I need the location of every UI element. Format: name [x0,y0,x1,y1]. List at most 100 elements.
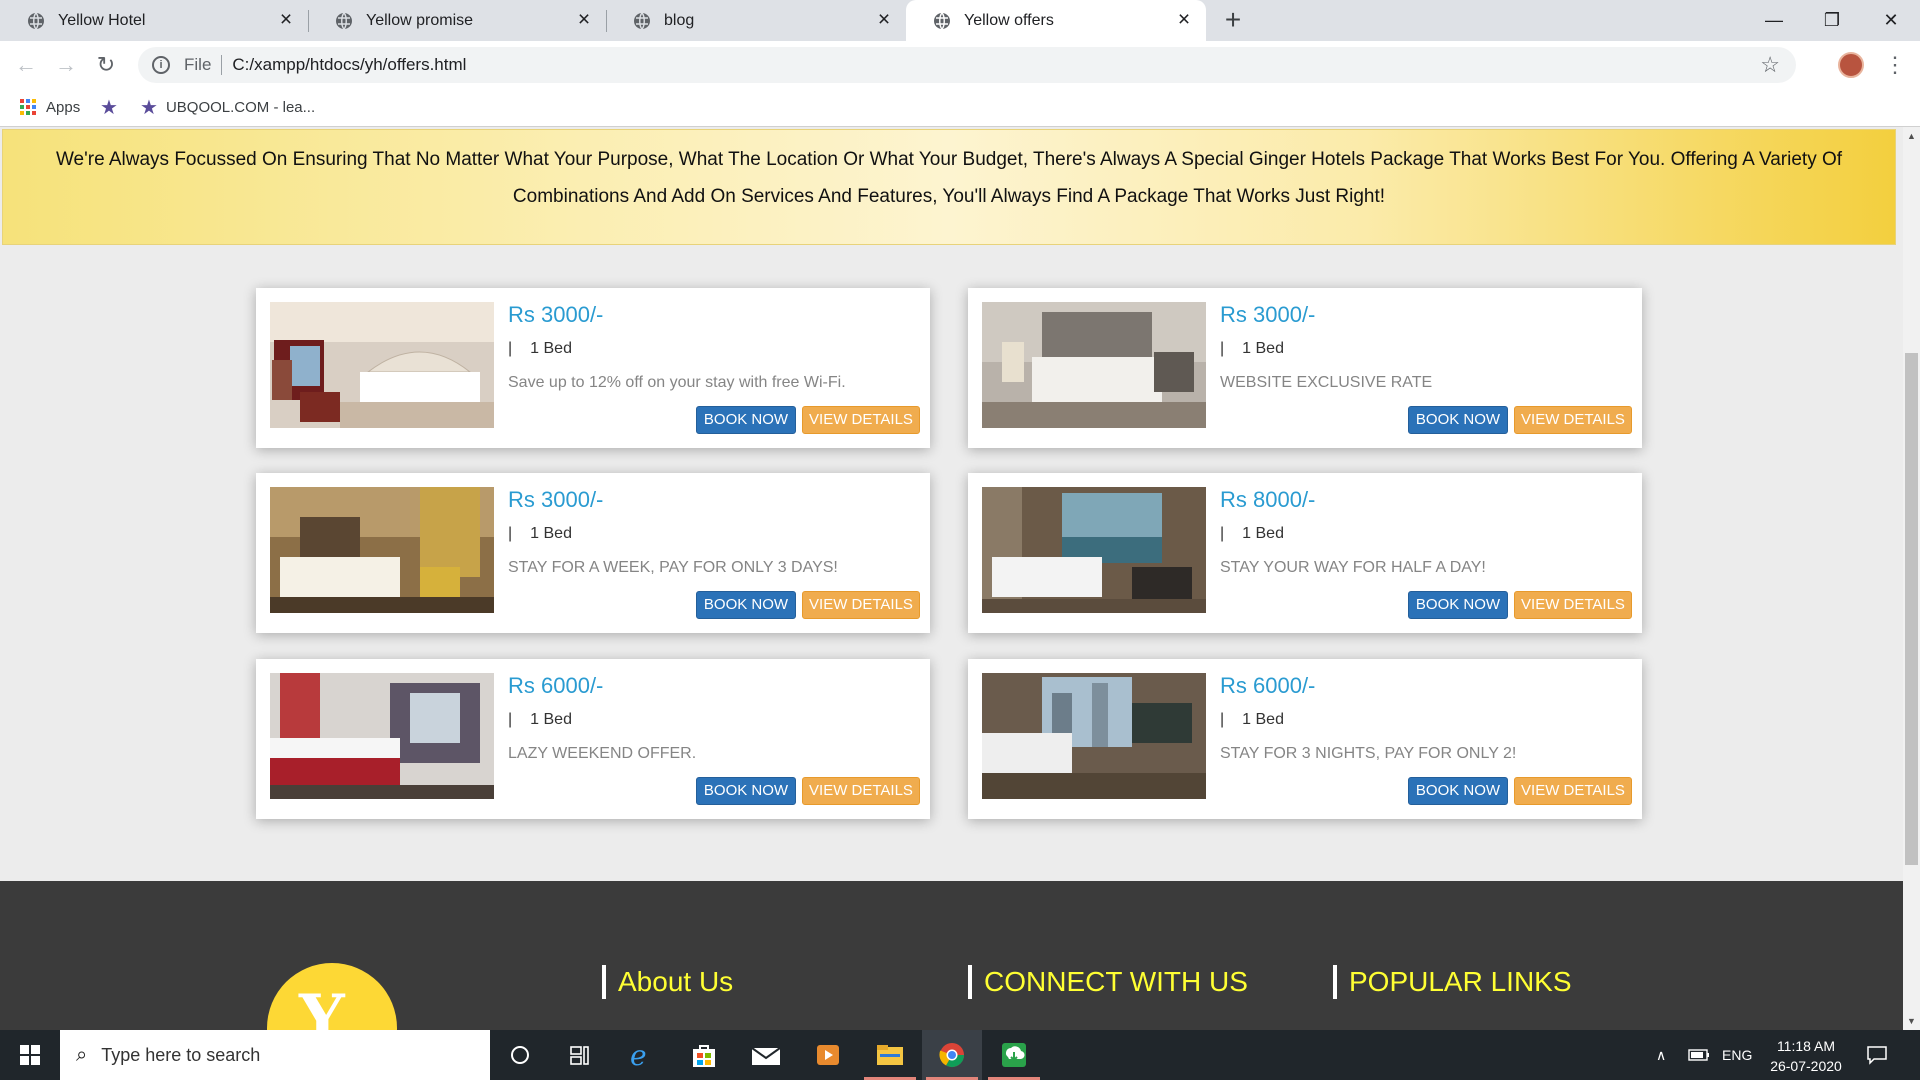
scroll-up-icon[interactable]: ▲ [1907,131,1916,141]
url-text[interactable]: C:/xampp/htdocs/yh/offers.html [232,55,466,75]
tab-yellow-offers[interactable]: Yellow offers × [906,0,1206,41]
notifications-icon[interactable] [1866,1030,1888,1080]
page-scrollbar[interactable]: ▲ ▼ [1903,127,1920,1030]
globe-icon [336,12,352,29]
taskbar-search[interactable]: ⌕ Type here to search [60,1030,490,1080]
start-button[interactable] [0,1030,60,1080]
scrollbar-thumb[interactable] [1905,353,1918,865]
view-details-button[interactable]: VIEW DETAILS [802,591,920,619]
offer-beds: | 1 Bed [508,340,572,357]
bookmark-ubqool[interactable]: ★ UBQOOL.COM - lea... [140,89,315,125]
view-details-button[interactable]: VIEW DETAILS [1514,591,1632,619]
system-clock[interactable]: 11:18 AM 26-07-2020 [1760,1036,1852,1076]
logo-letter: Y [299,981,345,1030]
address-bar[interactable]: i File C:/xampp/htdocs/yh/offers.html ☆ [138,47,1796,83]
bookmark-label: UBQOOL.COM - lea... [165,98,316,116]
scroll-down-icon[interactable]: ▼ [1907,1016,1916,1026]
address-divider [221,55,223,75]
view-details-button[interactable]: VIEW DETAILS [802,777,920,805]
bookmark-star-icon: ★ [140,96,158,119]
media-player-icon[interactable] [798,1030,858,1080]
room-photo [982,302,1206,428]
offer-beds: | 1 Bed [508,711,572,728]
banner-text: We're Always Focussed On Ensuring That N… [55,149,1843,207]
bookmarks-bar: Apps ★ ★ UBQOOL.COM - lea... [0,89,1920,127]
mail-icon[interactable] [736,1030,796,1080]
book-now-button[interactable]: BOOK NOW [1408,591,1508,619]
view-details-button[interactable]: VIEW DETAILS [802,406,920,434]
book-now-button[interactable]: BOOK NOW [696,406,796,434]
bookmark-apps[interactable]: Apps [20,89,80,125]
bookmark-star-icon: ★ [100,96,118,119]
edge-icon[interactable]: e [612,1030,672,1080]
offer-beds: | 1 Bed [508,525,572,542]
offer-price: Rs 6000/- [1220,673,1316,698]
book-now-button[interactable]: BOOK NOW [696,777,796,805]
file-explorer-icon[interactable] [860,1030,920,1080]
clock-time: 11:18 AM [1776,1038,1836,1054]
cortana-icon[interactable] [490,1030,550,1080]
offer-card: Rs 6000/- | 1 Bed STAY FOR 3 NIGHTS, PAY … [968,659,1642,819]
offer-card: Rs 6000/- | 1 Bed LAZY WEEKEND OFFER. BOO… [256,659,930,819]
menu-dots-icon[interactable]: ⋮ [1884,50,1906,80]
globe-icon [28,12,44,29]
store-icon[interactable] [674,1030,734,1080]
offer-description: Save up to 12% off on your stay with fre… [508,374,846,391]
search-placeholder: Type here to search [101,1044,261,1065]
tab-blog[interactable]: blog × [606,0,906,41]
offer-beds: | 1 Bed [1220,340,1284,357]
view-details-button[interactable]: VIEW DETAILS [1514,406,1632,434]
svg-text:e: e [630,1040,647,1070]
offer-card: Rs 8000/- | 1 Bed STAY YOUR WAY FOR HALF … [968,473,1642,633]
book-now-button[interactable]: BOOK NOW [696,591,796,619]
download-app-icon[interactable] [984,1030,1044,1080]
offer-description: STAY YOUR WAY FOR HALF A DAY! [1220,559,1486,576]
offers-banner: We're Always Focussed On Ensuring That N… [2,129,1896,245]
hotel-logo[interactable]: Y [267,963,397,1030]
close-window-button[interactable]: ✕ [1862,0,1920,40]
tab-yellow-hotel[interactable]: Yellow Hotel × [0,0,309,41]
chrome-icon[interactable] [922,1030,982,1080]
close-tab-icon[interactable]: × [1174,9,1194,30]
tab-title: Yellow promise [366,11,474,29]
offer-description: WEBSITE EXCLUSIVE RATE [1220,374,1433,391]
task-view-icon[interactable] [550,1030,610,1080]
view-details-button[interactable]: VIEW DETAILS [1514,777,1632,805]
book-now-button[interactable]: BOOK NOW [1408,777,1508,805]
close-tab-icon[interactable]: × [574,9,594,30]
bookmark-star-icon[interactable]: ☆ [1760,52,1780,78]
back-arrow-icon[interactable]: ← [10,49,42,81]
book-now-button[interactable]: BOOK NOW [1408,406,1508,434]
info-icon[interactable]: i [152,56,170,74]
apps-grid-icon [20,99,36,115]
language-indicator[interactable]: ENG [1722,1030,1752,1080]
offer-description: LAZY WEEKEND OFFER. [508,745,697,762]
site-footer: Y About Us CONNECT WITH US POPULAR LINKS [0,881,1903,1030]
reload-icon[interactable]: ↻ [90,49,122,81]
offer-price: Rs 3000/- [508,302,604,327]
close-tab-icon[interactable]: × [276,9,296,30]
scheme-label: File [184,55,212,74]
forward-arrow-icon[interactable]: → [50,49,82,81]
windows-logo-icon [20,1045,40,1065]
offer-card: Rs 3000/- | 1 Bed STAY FOR A WEEK, PAY FO… [256,473,930,633]
room-photo [982,487,1206,613]
offer-beds: | 1 Bed [1220,525,1284,542]
tray-chevron-icon[interactable]: ∧ [1656,1030,1666,1080]
search-icon: ⌕ [76,1043,88,1066]
tab-yellow-promise[interactable]: Yellow promise × [308,0,607,41]
close-tab-icon[interactable]: × [874,9,894,30]
profile-avatar[interactable] [1838,52,1864,78]
bookmark-star-1[interactable]: ★ [100,89,126,125]
maximize-button[interactable]: ❐ [1803,0,1861,40]
room-photo [982,673,1206,799]
offer-card: Rs 3000/- | 1 Bed WEBSITE EXCLUSIVE RATE … [968,288,1642,448]
windows-taskbar: ⌕ Type here to search e ∧ ENG 11:18 AM 2… [0,1030,1920,1080]
offer-price: Rs 3000/- [1220,302,1316,327]
clock-date: 26-07-2020 [1770,1058,1842,1074]
page-viewport: We're Always Focussed On Ensuring That N… [0,127,1903,1030]
battery-icon[interactable] [1688,1030,1710,1080]
new-tab-button[interactable]: + [1218,6,1248,36]
offer-description: STAY FOR 3 NIGHTS, PAY FOR ONLY 2! [1220,745,1517,762]
minimize-button[interactable]: — [1745,0,1803,40]
